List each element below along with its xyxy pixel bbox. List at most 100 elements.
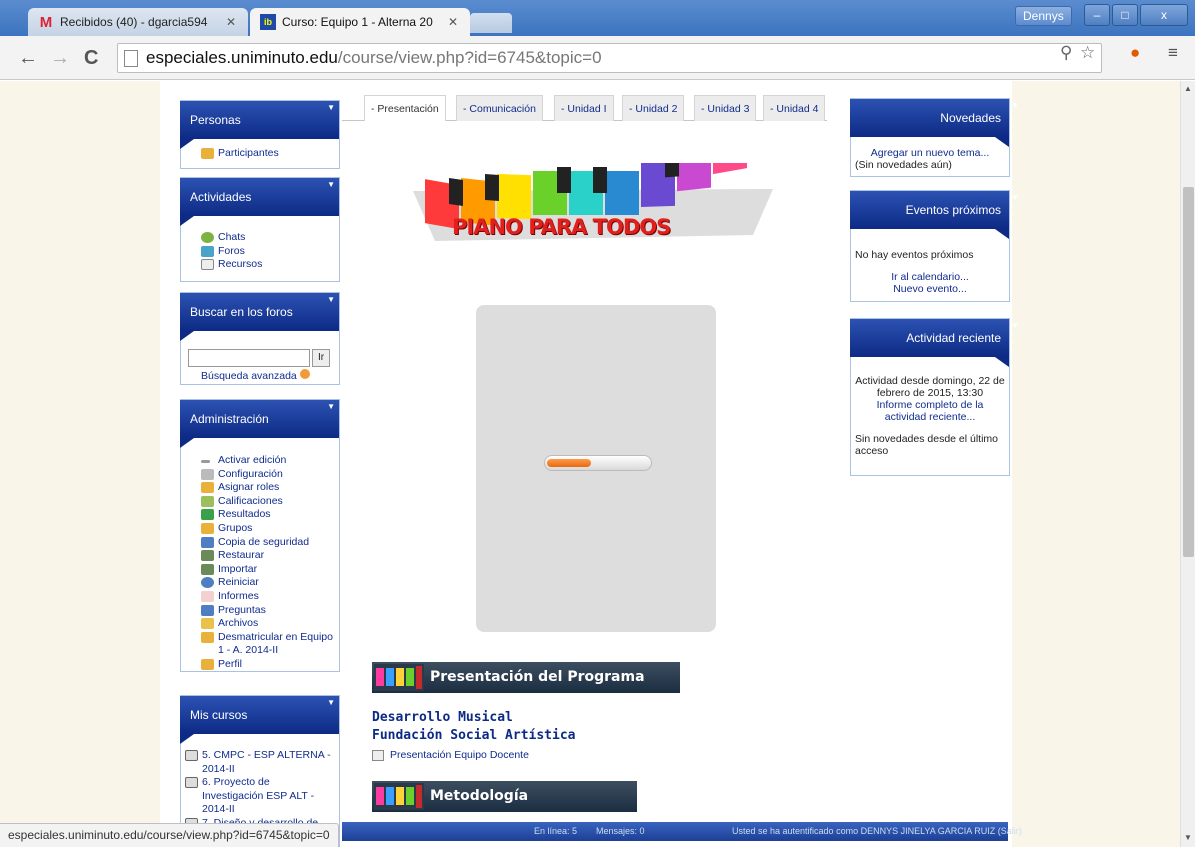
admin-item-reports[interactable]: Informes [201, 590, 333, 604]
participants-link[interactable]: Participantes [201, 147, 333, 161]
login-info[interactable]: Usted se ha autentificado como DENNYS JI… [732, 822, 1022, 841]
admin-item-groups[interactable]: Grupos [201, 522, 333, 536]
block-novedades: Novedades ▼ Agregar un nuevo tema... (Sin… [850, 98, 1019, 177]
block-title: Personas ▼ [180, 101, 339, 149]
tab-comunicacion[interactable]: - Comunicación [456, 95, 543, 121]
tab-presentacion[interactable]: - Presentación [364, 95, 446, 121]
browser-toolbar: ← → C especiales.uniminuto.edu/course/vi… [0, 36, 1195, 80]
moodle-icon: ib [260, 14, 276, 30]
admin-item-import[interactable]: Importar [201, 563, 333, 577]
forums-link[interactable]: Foros [201, 245, 333, 259]
resource-link-docentes[interactable]: Presentación Equipo Docente [372, 749, 529, 761]
admin-item-questions[interactable]: Preguntas [201, 604, 333, 618]
close-window-button[interactable]: x [1140, 4, 1188, 26]
forward-icon[interactable]: → [50, 48, 70, 68]
backup-icon [201, 536, 214, 548]
block-title: Mis cursos ▼ [180, 696, 339, 744]
import-icon [201, 563, 214, 575]
new-tab-button[interactable] [470, 13, 512, 33]
block-buscar: Buscar en los foros ▼ Ir Búsqueda avanzad… [180, 292, 340, 385]
admin-item-files[interactable]: Archivos [201, 617, 333, 631]
block-title: Actividad reciente ▼ [850, 319, 1019, 367]
files-icon [201, 618, 214, 630]
course-link[interactable]: 6. Proyecto de Investigación ESP ALT - 2… [185, 776, 333, 817]
tab-unidad-3[interactable]: - Unidad 3 [694, 95, 757, 121]
admin-item-roles[interactable]: Asignar roles [201, 481, 333, 495]
course-tabs: - Presentación - Comunicación - Unidad I… [342, 95, 827, 121]
settings-icon [201, 468, 214, 480]
maximize-button[interactable]: □ [1112, 4, 1138, 26]
help-icon[interactable] [299, 369, 310, 379]
admin-item-reset[interactable]: Reiniciar [201, 576, 333, 590]
advanced-search-link[interactable]: Búsqueda avanzada [201, 369, 310, 382]
admin-item-outcomes[interactable]: Resultados [201, 508, 333, 522]
block-title: Novedades ▼ [850, 99, 1019, 147]
extension-icon[interactable]: ● [1130, 43, 1140, 63]
reload-icon[interactable]: C [84, 48, 98, 68]
block-title: Administración ▼ [180, 400, 339, 448]
menu-icon[interactable]: ≡ [1168, 43, 1178, 63]
admin-item-edit[interactable]: Activar edición [201, 454, 333, 468]
piano-art-icon [374, 783, 424, 810]
close-icon[interactable]: ✕ [446, 15, 460, 29]
search-go-button[interactable]: Ir [312, 349, 330, 367]
add-topic-link[interactable]: Agregar un nuevo tema... [855, 147, 1005, 159]
banner-presentacion: Presentación del Programa [372, 662, 680, 693]
chevron-down-icon[interactable]: ▼ [327, 166, 335, 204]
search-icon[interactable]: ⚲ [1060, 43, 1072, 63]
questions-icon [201, 604, 214, 616]
resources-link[interactable]: Recursos [201, 258, 333, 272]
url-path: /course/view.php?id=6745&topic=0 [337, 48, 602, 67]
chevron-down-icon[interactable]: ▼ [327, 89, 335, 127]
admin-item-profile[interactable]: Perfil [201, 658, 333, 672]
full-report-link[interactable]: Informe completo de la actividad recient… [855, 399, 1005, 423]
chevron-down-icon[interactable]: ▼ [1011, 179, 1019, 217]
resource-icon [372, 749, 384, 761]
url-host: especiales.uniminuto.edu [146, 48, 338, 67]
chevron-down-icon[interactable]: ▼ [1011, 87, 1019, 125]
chevron-down-icon[interactable]: ▼ [327, 388, 335, 426]
reports-icon [201, 590, 214, 602]
admin-item-unenrol[interactable]: Desmatricular en Equipo 1 - A. 2014-II [201, 631, 333, 658]
tab-unidad-1[interactable]: - Unidad I [554, 95, 614, 121]
admin-item-grades[interactable]: Calificaciones [201, 495, 333, 509]
course-link[interactable]: 5. CMPC - ESP ALTERNA - 2014-II [185, 749, 333, 776]
minimize-button[interactable]: – [1084, 4, 1110, 26]
chats-link[interactable]: Chats [201, 231, 333, 245]
tab-unidad-4[interactable]: - Unidad 4 [763, 95, 826, 121]
admin-item-restore[interactable]: Restaurar [201, 549, 333, 563]
address-bar[interactable]: especiales.uniminuto.edu/course/view.php… [117, 43, 1102, 73]
scrollbar-thumb[interactable] [1183, 187, 1194, 557]
online-users[interactable]: En línea: 5 [534, 822, 577, 841]
chevron-down-icon[interactable]: ▼ [327, 281, 335, 319]
page-scrollbar[interactable]: ▲ ▼ [1180, 81, 1195, 847]
banner-title: Presentación del Programa [430, 669, 645, 685]
forum-search-input[interactable] [188, 349, 310, 367]
tab-unidad-2[interactable]: - Unidad 2 [622, 95, 685, 121]
chevron-down-icon[interactable]: ▼ [327, 684, 335, 722]
bookmark-star-icon[interactable]: ☆ [1080, 43, 1095, 63]
block-title: Actividades ▼ [180, 178, 339, 226]
tab-label: Recibidos (40) - dgarcia594 [60, 15, 208, 29]
course-title-2: Fundación Social Artística [372, 728, 576, 743]
admin-item-backup[interactable]: Copia de seguridad [201, 536, 333, 550]
calendar-link[interactable]: Ir al calendario... [855, 271, 1005, 283]
gmail-icon: M [39, 13, 53, 31]
profile-button[interactable]: Dennys [1015, 6, 1072, 26]
unenrol-icon [201, 631, 214, 643]
new-event-link[interactable]: Nuevo evento... [855, 283, 1005, 295]
chevron-down-icon[interactable]: ▼ [1011, 307, 1019, 345]
scroll-down-icon[interactable]: ▼ [1184, 833, 1192, 842]
back-icon[interactable]: ← [18, 48, 38, 68]
block-administracion: Administración ▼ Activar edición Configur… [180, 399, 340, 672]
messages-count[interactable]: Mensajes: 0 [596, 822, 645, 841]
tab-course[interactable]: ib Curso: Equipo 1 - Alterna 20 ✕ [250, 8, 470, 36]
admin-item-settings[interactable]: Configuración [201, 468, 333, 482]
block-title: Eventos próximos ▼ [850, 191, 1019, 239]
close-icon[interactable]: ✕ [224, 15, 238, 29]
scroll-up-icon[interactable]: ▲ [1184, 84, 1192, 93]
edit-icon [201, 460, 210, 463]
tab-gmail[interactable]: M Recibidos (40) - dgarcia594 ✕ [28, 8, 248, 36]
page-margin-right [1012, 81, 1180, 847]
grades-icon [201, 495, 214, 507]
